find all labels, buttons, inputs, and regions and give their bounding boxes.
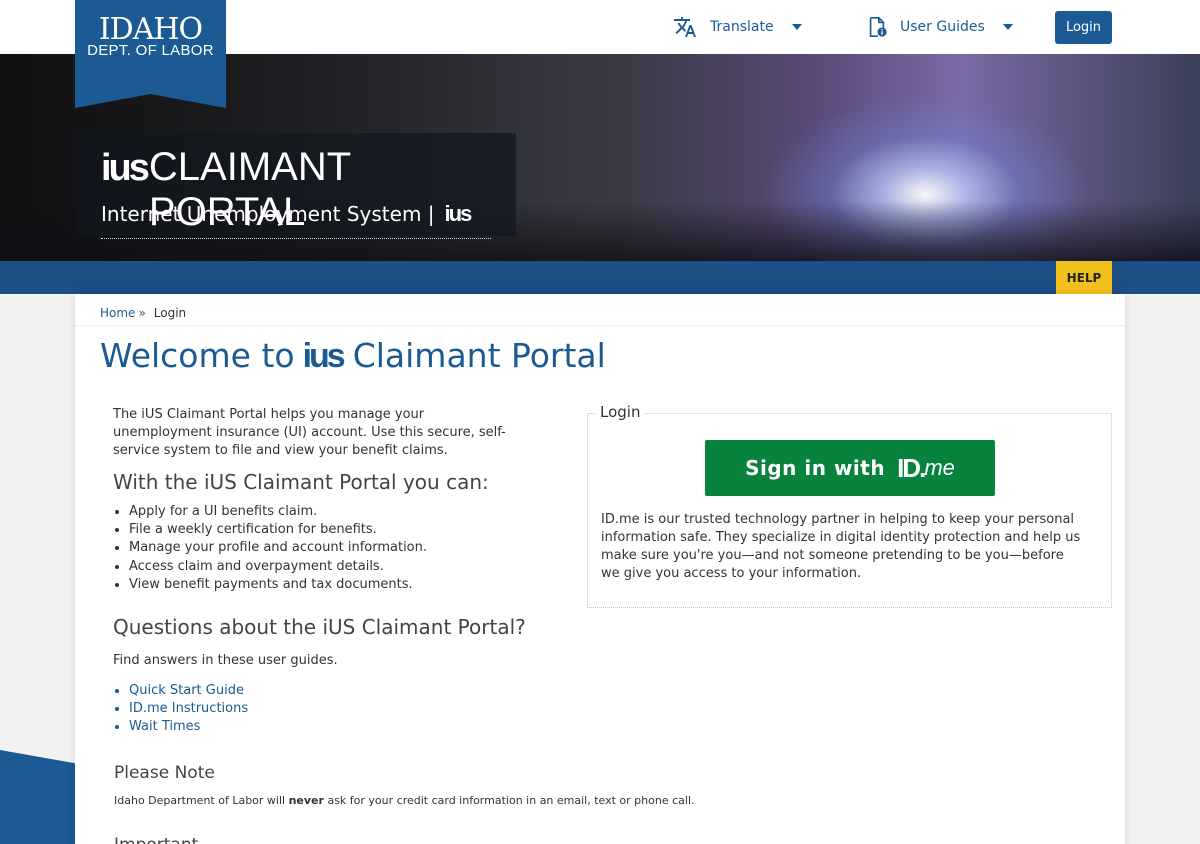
- quick-start-guide-link[interactable]: Quick Start Guide: [129, 683, 244, 698]
- translate-menu[interactable]: Translate: [673, 0, 802, 54]
- questions-heading: Questions about the iUS Claimant Portal?: [113, 615, 526, 639]
- login-panel-legend: Login: [596, 403, 645, 421]
- features-list: Apply for a UI benefits claim. File a we…: [129, 503, 427, 594]
- note-text-after: ask for your credit card information in …: [323, 794, 695, 807]
- user-guides-label: User Guides: [900, 19, 985, 35]
- list-item: ID.me Instructions: [129, 700, 248, 718]
- list-item: Quick Start Guide: [129, 682, 248, 700]
- please-note-text: Idaho Department of Labor will never ask…: [114, 794, 695, 807]
- breadcrumb-current: Login: [153, 306, 187, 320]
- help-button[interactable]: HELP: [1056, 261, 1112, 294]
- intro-text: The iUS Claimant Portal helps you manage…: [113, 407, 506, 458]
- breadcrumb: Home » Login: [100, 306, 186, 320]
- background-shape: [0, 750, 80, 844]
- list-item: View benefit payments and tax documents.: [129, 576, 427, 594]
- idme-logo-me: me: [924, 455, 955, 480]
- document-info-icon: [869, 17, 887, 37]
- wait-times-link[interactable]: Wait Times: [129, 719, 200, 734]
- divider: [75, 325, 1125, 326]
- portal-subtitle: Internet Unemployment System | ius: [101, 201, 473, 227]
- main-content-card: Home » Login Welcome to ius Claimant Por…: [75, 294, 1125, 844]
- nav-band: [0, 261, 1200, 294]
- idme-description: ID.me is our trusted technology partner …: [601, 512, 1081, 581]
- user-guides-menu[interactable]: User Guides: [866, 0, 1013, 54]
- note-text-before: Idaho Department of Labor will: [114, 794, 289, 807]
- breadcrumb-separator: »: [138, 306, 146, 320]
- chevron-down-icon: [1002, 24, 1013, 30]
- login-panel: Login Sign in with ID. me ID.me is our t…: [587, 403, 1112, 608]
- important-heading: Important: [114, 835, 198, 844]
- logo-subtitle: DEPT. OF LABOR: [87, 42, 214, 59]
- idaho-dol-logo[interactable]: IDAHO DEPT. OF LABOR: [75, 0, 226, 108]
- idme-logo-id: ID.: [897, 452, 926, 483]
- sign-in-with-idme-button[interactable]: Sign in with ID. me: [705, 440, 995, 496]
- ius-logo-small: ius: [444, 201, 473, 226]
- list-item: File a weekly certification for benefits…: [129, 521, 427, 539]
- breadcrumb-home-link[interactable]: Home: [100, 306, 135, 320]
- features-heading: With the iUS Claimant Portal you can:: [113, 470, 489, 494]
- sign-in-label: Sign in with: [745, 456, 886, 480]
- ius-logo-title: ius: [302, 337, 346, 375]
- list-item: Access claim and overpayment details.: [129, 558, 427, 576]
- page-title-prefix: Welcome to: [100, 336, 295, 375]
- page-title: Welcome to ius Claimant Portal: [100, 336, 606, 376]
- user-guides-list: Quick Start Guide ID.me Instructions Wai…: [129, 682, 248, 737]
- page-title-suffix: Claimant Portal: [352, 336, 606, 375]
- find-answers-text: Find answers in these user guides.: [113, 653, 338, 668]
- list-item: Wait Times: [129, 718, 248, 736]
- top-bar: IDAHO DEPT. OF LABOR Translate User Guid…: [0, 0, 1200, 108]
- login-button[interactable]: Login: [1055, 11, 1112, 44]
- portal-title-box: ius CLAIMANT PORTAL Internet Unemploymen…: [75, 133, 516, 239]
- translate-icon: [674, 17, 696, 37]
- ius-logo: ius: [101, 147, 150, 189]
- idme-instructions-link[interactable]: ID.me Instructions: [129, 701, 248, 716]
- please-note-heading: Please Note: [114, 763, 215, 783]
- list-item: Apply for a UI benefits claim.: [129, 503, 427, 521]
- note-emphasis: never: [288, 794, 324, 807]
- list-item: Manage your profile and account informat…: [129, 539, 427, 557]
- chevron-down-icon: [791, 24, 802, 30]
- translate-label: Translate: [710, 19, 774, 35]
- portal-subtitle-text: Internet Unemployment System |: [101, 202, 435, 226]
